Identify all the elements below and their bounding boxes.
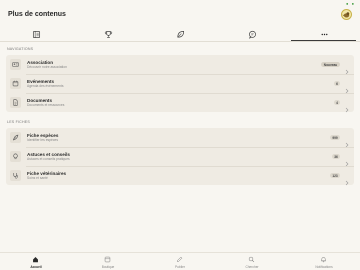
- chat-bubble-icon: [248, 30, 256, 39]
- section-label-fiches: LES FICHES: [7, 120, 30, 124]
- document-icon: [10, 97, 21, 108]
- status-indicator: ● ●: [346, 1, 355, 6]
- list-item-subtitle: Documents et ressources: [27, 103, 65, 107]
- section-label-navigations: NAVIGATIONS: [7, 47, 34, 51]
- count-badge: 6: [334, 81, 340, 86]
- list-item-subtitle: Identifier les espèces: [27, 138, 58, 142]
- feather-icon: [10, 132, 21, 143]
- bottom-navigation: Accueil Boutique Publier Chercher Notifi…: [0, 252, 360, 270]
- count-badge: 123: [330, 173, 340, 178]
- tab-nature[interactable]: [168, 27, 192, 41]
- tabs-divider: [0, 41, 360, 42]
- fiches-group: Fiche espèces Identifier les espèces 999…: [6, 128, 354, 185]
- tab-more[interactable]: [312, 27, 336, 41]
- trophy-icon: [104, 30, 112, 38]
- list-item-evenements[interactable]: Evénements Agenda des événements 6: [6, 74, 354, 93]
- list-item-astuces[interactable]: Astuces et conseils Astuces et conseils …: [6, 147, 354, 166]
- nav-label: Publier: [175, 265, 185, 269]
- home-icon: [33, 257, 38, 263]
- count-badge: 36: [332, 154, 340, 159]
- new-badge: Nouveau: [321, 62, 340, 67]
- nav-accueil[interactable]: Accueil: [16, 255, 56, 270]
- chevron-right-icon: [345, 62, 349, 74]
- nav-notifications[interactable]: Notifications: [304, 255, 344, 270]
- list-item-subtitle: Soins et santé: [27, 176, 48, 180]
- count-badge: 4: [334, 100, 340, 105]
- top-tabs: [0, 27, 360, 43]
- list-item-subtitle: Astuces et conseils pratiques: [27, 157, 70, 161]
- stethoscope-icon: [10, 170, 21, 181]
- nav-label: Boutique: [101, 265, 115, 269]
- page-title: Plus de contenus: [8, 11, 66, 18]
- chevron-right-icon: [345, 154, 349, 166]
- chevron-right-icon: [345, 173, 349, 185]
- nav-boutique[interactable]: Boutique: [88, 255, 128, 270]
- tab-messages[interactable]: [240, 27, 264, 41]
- list-item-documents[interactable]: Documents Documents et ressources 4: [6, 93, 354, 112]
- navigations-group: Association Découvrir notre association …: [6, 55, 354, 112]
- nav-label: Notifications: [315, 265, 333, 269]
- chevron-right-icon: [345, 81, 349, 93]
- id-card-icon: [10, 59, 21, 70]
- chevron-right-icon: [345, 135, 349, 147]
- nav-publier[interactable]: Publier: [160, 255, 200, 270]
- nav-label: Accueil: [30, 265, 42, 269]
- magazine-icon: [32, 30, 40, 38]
- leaf-icon: [176, 30, 184, 38]
- chevron-right-icon: [345, 100, 349, 112]
- lightbulb-icon: [10, 151, 21, 162]
- search-icon: [248, 256, 255, 263]
- list-item-association[interactable]: Association Découvrir notre association …: [6, 55, 354, 74]
- active-tab-indicator: [291, 40, 356, 41]
- pencil-icon: [177, 256, 183, 262]
- avatar[interactable]: [341, 9, 352, 20]
- tab-trophy[interactable]: [96, 27, 120, 41]
- list-item-subtitle: Agenda des événements: [27, 84, 64, 88]
- more-dots-icon: [321, 33, 327, 35]
- tab-magazine[interactable]: [24, 27, 48, 41]
- list-item-subtitle: Découvrir notre association: [27, 65, 67, 69]
- calendar-icon: [10, 78, 21, 89]
- bird-avatar-icon: [342, 12, 351, 18]
- list-item-fiche-veterinaires[interactable]: Fiche vétérinaires Soins et santé 123: [6, 166, 354, 185]
- shop-icon: [104, 256, 111, 263]
- count-badge: 999: [330, 135, 340, 140]
- list-item-fiche-especes[interactable]: Fiche espèces Identifier les espèces 999: [6, 128, 354, 147]
- nav-label: Chercher: [245, 265, 259, 269]
- bell-icon: [321, 257, 326, 263]
- nav-chercher[interactable]: Chercher: [232, 255, 272, 270]
